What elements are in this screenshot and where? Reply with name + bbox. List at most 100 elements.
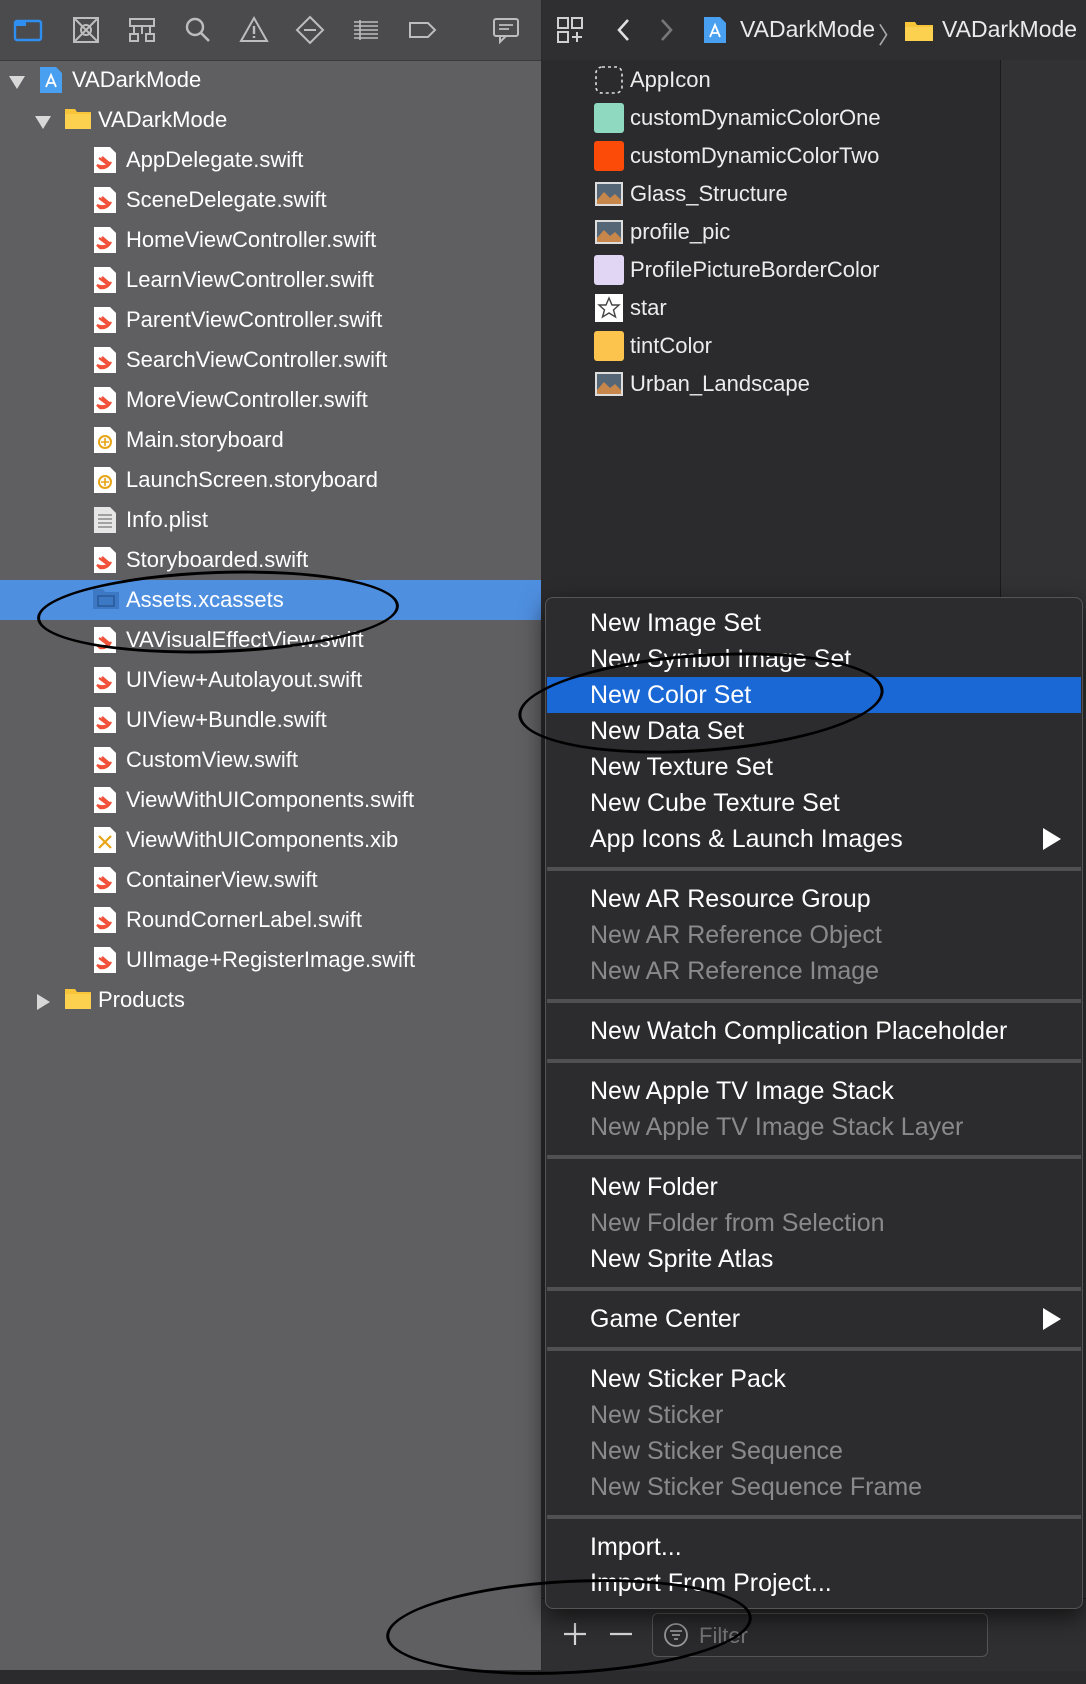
storyboard-file-icon xyxy=(92,426,118,454)
asset-item[interactable]: ProfilePictureBorderColor xyxy=(542,251,1000,289)
color-swatch xyxy=(594,141,624,171)
tree-item-label: ViewWithUIComponents.swift xyxy=(126,787,415,812)
tree-item-label: AppDelegate.swift xyxy=(126,147,304,172)
menu-item[interactable]: Import... xyxy=(547,1529,1081,1565)
source-control-icon[interactable] xyxy=(70,14,102,46)
project-file-icon xyxy=(702,15,728,45)
tree-item-project[interactable]: VADarkMode xyxy=(0,60,541,100)
menu-separator xyxy=(547,1155,1081,1159)
asset-item[interactable]: profile_pic xyxy=(542,213,1000,251)
tree-item-file[interactable]: HomeViewController.swift xyxy=(0,220,541,260)
menu-item-label: New Folder xyxy=(590,1172,718,1201)
tree-item-label: Storyboarded.swift xyxy=(126,547,309,572)
swift-file-icon xyxy=(92,306,118,334)
menu-item[interactable]: App Icons & Launch Images xyxy=(547,821,1081,857)
back-icon[interactable] xyxy=(612,16,636,44)
warning-icon[interactable] xyxy=(238,14,270,46)
tree-item-label: RoundCornerLabel.swift xyxy=(126,907,363,932)
tree-item-file[interactable]: CustomView.swift xyxy=(0,740,541,780)
menu-item[interactable]: New Cube Texture Set xyxy=(547,785,1081,821)
submenu-arrow-icon xyxy=(1043,828,1061,850)
asset-item[interactable]: AppIcon xyxy=(542,61,1000,99)
asset-item[interactable]: customDynamicColorTwo xyxy=(542,137,1000,175)
menu-separator xyxy=(547,999,1081,1003)
tree-item-group[interactable]: VADarkMode xyxy=(0,100,541,140)
project-file-icon xyxy=(38,66,64,94)
tree-item-file[interactable]: UIImage+RegisterImage.swift xyxy=(0,940,541,980)
menu-item: New AR Reference Image xyxy=(547,953,1081,989)
jump-bar: VADarkMode 〉 VADarkMode xyxy=(542,0,1086,61)
tree-item-label: Info.plist xyxy=(126,507,208,532)
tree-item-file[interactable]: AppDelegate.swift xyxy=(0,140,541,180)
tree-item-products[interactable]: Products xyxy=(0,980,541,1020)
tree-item-file[interactable]: MoreViewController.swift xyxy=(0,380,541,420)
swift-file-icon xyxy=(92,786,118,814)
navigator-toolbar xyxy=(0,0,541,61)
tree-item-file[interactable]: Info.plist xyxy=(0,500,541,540)
tree-item-file[interactable]: SearchViewController.swift xyxy=(0,340,541,380)
breadcrumb-separator: 〉 xyxy=(878,22,901,48)
asset-item[interactable]: star xyxy=(542,289,1000,327)
asset-item[interactable]: Glass_Structure xyxy=(542,175,1000,213)
forward-icon[interactable] xyxy=(654,16,678,44)
menu-item-label: New Apple TV Image Stack Layer xyxy=(590,1112,964,1141)
tree-item-label: LearnViewController.swift xyxy=(126,267,374,292)
tree-item-label: VADarkMode xyxy=(98,107,228,132)
tree-item-label: UIImage+RegisterImage.swift xyxy=(126,947,416,972)
menu-item: New Sticker Sequence Frame xyxy=(547,1469,1081,1505)
tree-item-file[interactable]: LaunchScreen.storyboard xyxy=(0,460,541,500)
search-icon[interactable] xyxy=(182,14,214,46)
swift-file-icon xyxy=(92,226,118,254)
report-icon[interactable] xyxy=(490,14,522,46)
tree-item-file[interactable]: ViewWithUIComponents.swift xyxy=(0,780,541,820)
menu-item-label: New Cube Texture Set xyxy=(590,788,840,817)
asset-label: Urban_Landscape xyxy=(630,371,810,396)
menu-item[interactable]: New Sprite Atlas xyxy=(547,1241,1081,1277)
tree-item-file[interactable]: ContainerView.swift xyxy=(0,860,541,900)
tree-item-file[interactable]: SceneDelegate.swift xyxy=(0,180,541,220)
tree-item-label: UIView+Bundle.swift xyxy=(126,707,327,732)
menu-item-label: App Icons & Launch Images xyxy=(590,824,903,853)
breadcrumb-group[interactable]: VADarkMode xyxy=(942,16,1077,43)
menu-item: New Apple TV Image Stack Layer xyxy=(547,1109,1081,1145)
swift-file-icon xyxy=(92,346,118,374)
disclosure-open-icon[interactable] xyxy=(34,111,52,129)
related-items-icon[interactable] xyxy=(556,16,584,44)
swift-file-icon xyxy=(92,866,118,894)
asset-label: AppIcon xyxy=(630,67,711,92)
menu-item[interactable]: New Watch Complication Placeholder xyxy=(547,1013,1081,1049)
tree-item-file[interactable]: UIView+Autolayout.swift xyxy=(0,660,541,700)
color-swatch xyxy=(594,255,624,285)
tree-item-file[interactable]: RoundCornerLabel.swift xyxy=(0,900,541,940)
tree-item-file[interactable]: LearnViewController.swift xyxy=(0,260,541,300)
menu-item-label: Import... xyxy=(590,1532,682,1561)
menu-item[interactable]: New Sticker Pack xyxy=(547,1361,1081,1397)
hierarchy-icon[interactable] xyxy=(126,14,158,46)
disclosure-closed-icon[interactable] xyxy=(34,991,52,1010)
tree-item-file[interactable]: ParentViewController.swift xyxy=(0,300,541,340)
menu-separator xyxy=(547,1515,1081,1519)
menu-item[interactable]: New Folder xyxy=(547,1169,1081,1205)
disclosure-open-icon[interactable] xyxy=(8,71,26,89)
menu-item-label: New Sticker Pack xyxy=(590,1364,786,1393)
swift-file-icon xyxy=(92,666,118,694)
tree-item-file[interactable]: UIView+Bundle.swift xyxy=(0,700,541,740)
breadcrumb-project[interactable]: VADarkMode xyxy=(740,16,875,43)
menu-item[interactable]: New Apple TV Image Stack xyxy=(547,1073,1081,1109)
asset-label: tintColor xyxy=(630,333,712,358)
test-icon[interactable] xyxy=(294,14,326,46)
menu-item[interactable]: New Texture Set xyxy=(547,749,1081,785)
asset-item[interactable]: Urban_Landscape xyxy=(542,365,1000,403)
asset-item[interactable]: tintColor xyxy=(542,327,1000,365)
debug-icon[interactable] xyxy=(350,14,382,46)
asset-item[interactable]: customDynamicColorOne xyxy=(542,99,1000,137)
menu-item[interactable]: New Image Set xyxy=(547,605,1081,641)
breakpoint-icon[interactable] xyxy=(406,14,438,46)
menu-item[interactable]: New AR Resource Group xyxy=(547,881,1081,917)
menu-item[interactable]: Game Center xyxy=(547,1301,1081,1337)
star-icon xyxy=(594,293,624,323)
tree-item-file[interactable]: Main.storyboard xyxy=(0,420,541,460)
tree-item-file[interactable]: ViewWithUIComponents.xib xyxy=(0,820,541,860)
folder-icon[interactable] xyxy=(12,14,44,46)
asset-label: customDynamicColorTwo xyxy=(630,143,880,168)
